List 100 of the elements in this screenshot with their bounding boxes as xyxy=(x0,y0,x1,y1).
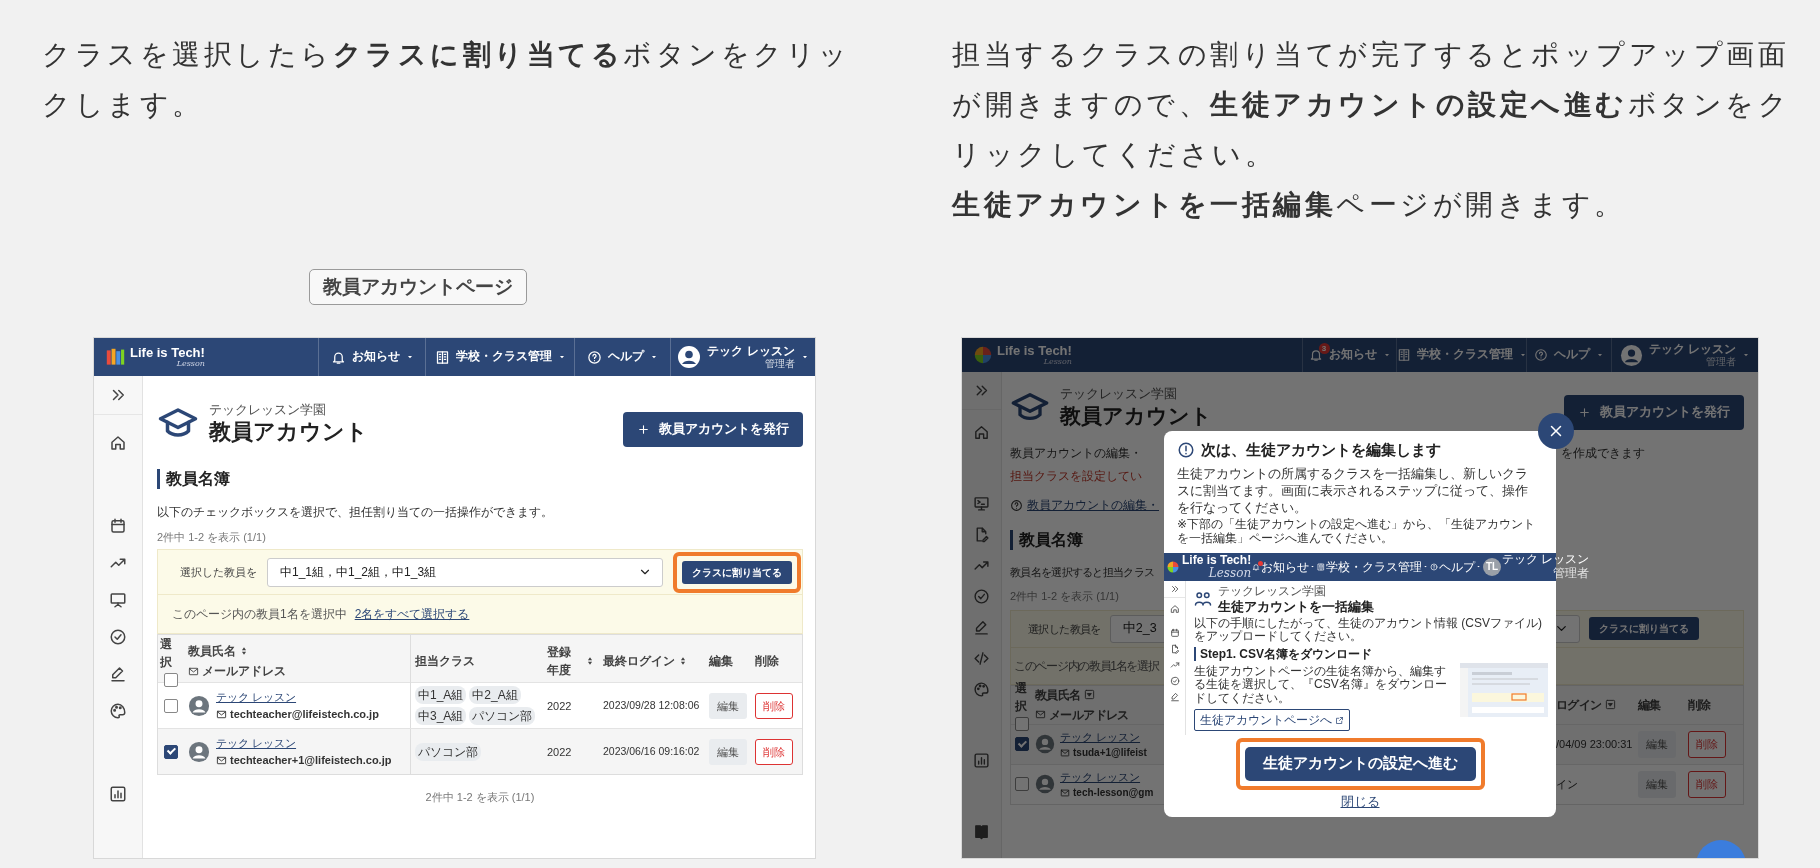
nav-menu[interactable]: ヘルプ xyxy=(1429,552,1483,581)
email-text: techteacher+1@lifeistech.co.jp xyxy=(230,752,392,768)
caret-icon xyxy=(1423,564,1429,569)
description: を作成できます xyxy=(1561,444,1645,462)
student-settings-button[interactable]: 生徒アカウントの設定へ進む xyxy=(1244,747,1476,781)
checkbox[interactable] xyxy=(1015,716,1029,731)
nav-menu[interactable]: ヘルプ xyxy=(1526,338,1611,372)
checkbox[interactable] xyxy=(164,673,178,688)
document-icon[interactable] xyxy=(1169,643,1180,654)
class-tag: 中1_A組 xyxy=(415,686,467,705)
help-link[interactable]: 教員アカウントの編集・ xyxy=(1027,496,1159,514)
pencil-icon[interactable] xyxy=(1169,691,1180,702)
dropdown-icon[interactable] xyxy=(1083,689,1095,701)
presentation-icon[interactable] xyxy=(109,591,127,609)
home-icon[interactable] xyxy=(109,434,127,452)
mail-icon xyxy=(1060,747,1070,758)
select-all-link[interactable]: 2名をすべて選択する xyxy=(354,605,470,624)
calendar-icon[interactable] xyxy=(109,517,127,535)
building-icon xyxy=(434,349,450,365)
people-icon xyxy=(1194,590,1212,609)
caret-icon xyxy=(1596,351,1604,359)
column-header: ログイン xyxy=(1556,696,1602,714)
checkbox[interactable] xyxy=(164,744,178,759)
checkbox[interactable] xyxy=(1015,737,1029,752)
delete-button[interactable]: 削除 xyxy=(755,692,793,720)
sort-icon[interactable] xyxy=(678,656,688,667)
year-text: 2022 xyxy=(547,698,572,714)
palette-icon[interactable] xyxy=(109,702,127,720)
plus-icon xyxy=(637,422,650,436)
delete-button[interactable]: 削除 xyxy=(755,738,793,766)
user-icon xyxy=(1619,343,1643,367)
user-menu[interactable]: テック レッスン 管理者 xyxy=(670,338,815,376)
nav-menu[interactable]: 学校・クラス管理 xyxy=(1316,552,1430,581)
pencil-icon[interactable] xyxy=(109,665,127,683)
caret-icon xyxy=(650,353,658,361)
dropdown-icon[interactable] xyxy=(1604,699,1616,711)
mail-icon xyxy=(1060,787,1070,798)
home-icon[interactable] xyxy=(1169,603,1180,614)
caret-icon xyxy=(1518,351,1527,359)
code-icon[interactable] xyxy=(973,650,990,667)
book-icon[interactable] xyxy=(973,823,990,840)
user-name: テック レッスン xyxy=(1502,553,1590,567)
column-header: 削除 xyxy=(755,653,779,671)
check-circle-icon[interactable] xyxy=(973,588,990,605)
nav-menu[interactable]: お知らせ xyxy=(318,338,425,376)
student-page-button[interactable]: 生徒アカウントページへ xyxy=(1194,709,1350,732)
logo-subtext: Lesson xyxy=(175,360,205,369)
close-button[interactable] xyxy=(1538,413,1574,449)
assign-class-button[interactable]: クラスに割り当てる xyxy=(682,560,792,584)
terminal-icon[interactable] xyxy=(973,495,990,512)
calendar-icon[interactable] xyxy=(1169,627,1180,638)
class-tag: パソコン部 xyxy=(415,742,481,761)
column-header: 登録年度 xyxy=(547,644,572,680)
nav-menu[interactable]: 学校・クラス管理 xyxy=(425,338,574,376)
logo-subtext: Lesson xyxy=(1042,358,1072,367)
edit-button[interactable]: 編集 xyxy=(709,692,747,720)
section-title: 教員名簿 xyxy=(1010,529,1083,550)
description: 教員名を選択すると担当クラス xyxy=(1010,564,1155,580)
logo-icon xyxy=(1167,560,1179,573)
selection-status: このページ内の教員1名を選択 xyxy=(1014,657,1159,675)
close-link[interactable]: 閉じる xyxy=(1340,791,1380,812)
modal-text: 生徒アカウントの所属するクラスを一括編集し、新しいクラスに割当てます。画面に表示されるステップに従って、操作を行なってください。 xyxy=(1177,465,1529,517)
school-name: テックレッスン学園 xyxy=(1218,583,1327,600)
checkbox[interactable] xyxy=(164,698,178,713)
column-header: 編集 xyxy=(709,653,733,671)
class-select[interactable]: 中1_1組，中1_2組，中1_3組 xyxy=(267,557,663,587)
assign-class-button[interactable]: クラスに割り当てる xyxy=(1588,617,1699,641)
user-role: 管理者 xyxy=(1705,356,1737,368)
teacher-name-link[interactable]: テック レッスン xyxy=(1060,770,1141,783)
email-text: tsuda+1@lifeist xyxy=(1073,746,1147,761)
sort-icon[interactable] xyxy=(585,656,595,667)
issue-account-button[interactable]: 教員アカウントを発行 xyxy=(1564,394,1744,430)
column-header: 担当クラス xyxy=(415,653,475,671)
user-avatar: TL xyxy=(1483,557,1502,576)
last-login-text: 2023/06/16 09:16:02 xyxy=(603,743,700,759)
nav-menu[interactable]: お知らせ xyxy=(1251,552,1317,581)
nav-menu[interactable]: ヘルプ xyxy=(574,338,670,376)
caret-icon xyxy=(800,353,809,361)
step-text: 生徒アカウントページの生徒名簿から、編集する生徒を選択して、『CSV名簿』をダウンロードしてください。 xyxy=(1194,664,1448,706)
section-title: 教員名簿 xyxy=(157,468,803,489)
class-tag: パソコン部 xyxy=(469,707,536,726)
logo-text: Life is Tech! xyxy=(130,345,205,361)
sort-icon[interactable] xyxy=(239,646,249,657)
teacher-name-link[interactable]: テック レッスン xyxy=(216,691,297,704)
check-circle-icon[interactable] xyxy=(109,628,127,646)
building-icon xyxy=(1396,348,1411,362)
issue-account-button[interactable]: 教員アカウントを発行 xyxy=(623,412,803,447)
mail-icon xyxy=(216,708,227,720)
result-count: 2件中 1-2 を表示 (1/1) xyxy=(157,529,267,545)
last-login-text: 2023/09/28 12:08:06 xyxy=(603,697,700,713)
chart-icon[interactable] xyxy=(109,785,127,803)
nav-menu[interactable]: 学校・クラス管理 xyxy=(1396,338,1526,372)
teacher-name-link[interactable]: テック レッスン xyxy=(216,737,297,750)
help-icon xyxy=(1010,498,1023,512)
edit-button[interactable]: 編集 xyxy=(709,738,747,766)
expand-icon[interactable] xyxy=(1169,583,1180,594)
mail-icon xyxy=(1035,709,1046,721)
checkbox[interactable] xyxy=(1015,777,1029,792)
check-circle-icon[interactable] xyxy=(1169,675,1180,686)
user-menu[interactable]: テック レッスン 管理者 xyxy=(1611,338,1758,372)
